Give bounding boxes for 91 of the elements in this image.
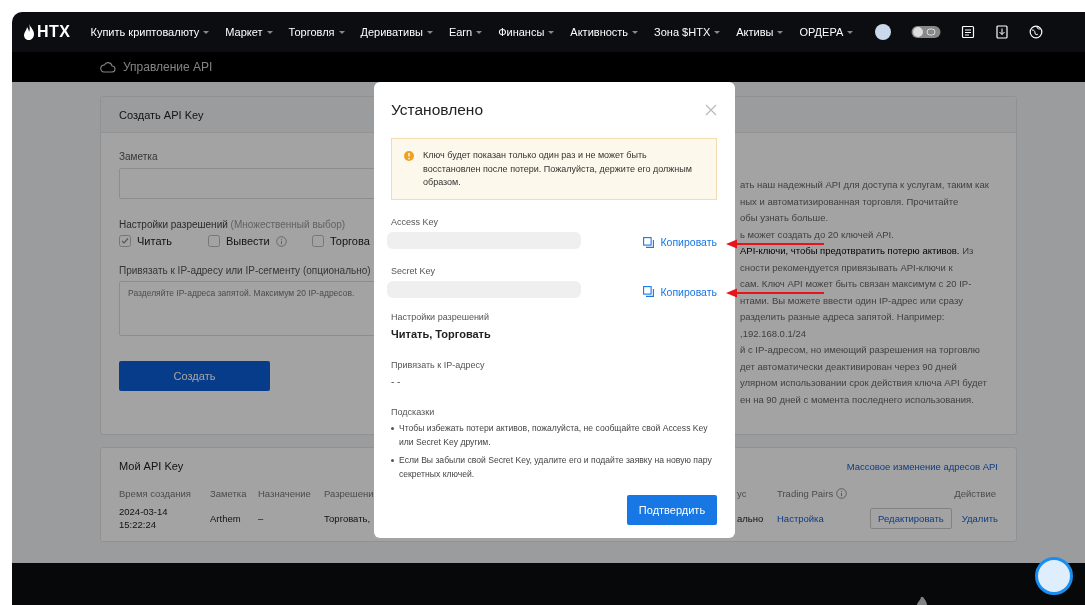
caret-icon [337,29,346,35]
warning-text: Ключ будет показан только один раз и не может быть восстановлен после потери. Пожалуйста, держите его должным образом. [423,149,693,189]
nav-menu-item[interactable]: Маркет [225,26,274,38]
delete-link[interactable]: Удалить [961,513,998,524]
info-text: ен на 90 дней с момента последнего использования. [740,393,975,407]
info-text: ,192.168.0.1/24 [740,327,808,341]
caret-icon [425,29,434,35]
bulk-edit-link[interactable]: Массовое изменение адресов API [846,460,998,472]
edit-button[interactable]: Редактировать [870,508,952,529]
info-text: обы узнать больше. [740,212,830,225]
info-text: ать наш надежный API для доступа к услугам, таким как [740,179,990,192]
download-icon[interactable] [995,25,1010,39]
section-title: Подсказки [391,407,436,417]
field-label: Привязать к IP-адресу или IP-сегменту (опционально) [119,265,371,276]
nav-menu-item[interactable]: Купить криптовалюту [90,26,211,38]
logo-text: HTX [37,23,71,41]
toggle-icon[interactable] [911,25,942,39]
checkbox[interactable] [312,235,324,247]
confirm-button[interactable]: Подтвердить [627,495,717,525]
copy-icon [643,236,655,248]
checkbox[interactable] [208,235,220,247]
table-cell-text: ально [737,512,765,526]
create-button[interactable]: Создать [119,361,270,391]
checkbox-label: Вывести [226,235,270,247]
table-cell-text: – [258,512,265,526]
caret-icon [713,29,722,35]
field-label: Secret Key [391,266,437,276]
info-text: сности рекомендуется привязывать API-ключи к [740,261,954,275]
table-cell-text: Торговать, [324,512,372,526]
logo[interactable]: HTX [24,23,71,41]
column-header: Время создания [119,487,191,499]
dialog-title: Установлено [391,101,483,119]
bullet-icon [391,427,394,430]
nav-menu-item[interactable]: Зона $HTX [654,26,722,38]
info-text: разделить разные адреса запятой. Например: [740,311,946,324]
caret-icon [631,29,640,35]
nav-menu-item[interactable]: Earn [448,26,484,38]
info-text: ных и автоматизированная торговля. Прочитайте [740,195,960,209]
cloud-icon [100,61,116,73]
column-header: Разрешени [324,487,374,499]
column-header: ус [737,487,747,499]
info-text: й с IP-адресом, но имеющий разрешения на торговлю [740,344,981,357]
column-header: Заметка [210,487,247,499]
nav-menu-item[interactable]: Деривативы [360,26,434,38]
field-label: Привязать к IP-адресу [391,360,486,370]
close-icon[interactable] [705,104,717,116]
avatar[interactable] [1035,557,1073,595]
nav-menu-item[interactable]: ОРДЕРА [799,26,855,38]
caret-icon [776,29,785,35]
flame-icon [24,24,34,40]
copy-icon [643,286,655,297]
nav-menu-item[interactable]: Финансы [498,26,556,38]
info-text: улярном использовании срок действия ключа API будет [740,377,988,390]
caret-icon [547,29,556,35]
checkbox-label: Торгова [330,235,370,247]
info-text: дет автоматически деактивирован через 90 дней [740,360,958,374]
bullet-icon [391,459,394,462]
nav-menu-item[interactable]: Торговля [288,26,346,38]
document-icon[interactable] [961,25,976,39]
caret-icon [475,29,484,35]
field-label: Заметка [119,151,158,162]
table-cell-text: Arthem [210,512,242,526]
caret-icon [265,29,274,35]
info-text: API-ключи, чтобы предотвратить потерю активов. Из [740,245,975,258]
field-label: Настройки разрешений (Множественный выбор) [119,219,346,230]
info-text: сам. Ключ API может быть связан максимум с 20 IP- [740,278,973,291]
page-title: Управление API [123,60,213,74]
settings-link[interactable]: Настройка [777,513,824,524]
avatar[interactable] [875,24,892,40]
info-text: ь может создать до 20 ключей API. [740,228,895,242]
warning-icon [404,151,414,161]
nav-menu-item[interactable]: Активы [736,26,785,38]
column-header: Назначение [258,487,311,499]
copy-button[interactable]: Копировать [643,236,717,248]
field-label: Access Key [391,216,440,227]
nav-menu-item[interactable]: Активность [570,26,640,38]
caret-icon [846,29,855,35]
ip-value: - - [391,376,402,387]
tip-text: Чтобы избежать потери активов, пожалуйста, не сообщайте свой Access Key или Secret Key другим. [399,422,709,449]
checkbox-label: Читать [137,235,173,247]
tip-text: Если Вы забыли свой Secret Key, удалите его и подайте заявку на новую пару секретных ключей. [399,454,713,481]
info-text: нтами. Вы можете ввести один IP-адрес или сразу [740,294,964,308]
copy-button[interactable]: Копировать [643,285,717,298]
field-label: Настройки разрешений [391,312,490,322]
column-header: Trading Pairs [777,487,834,499]
checkbox[interactable] [119,235,131,247]
panel-title: Мой API Key [119,460,184,472]
caret-icon [202,29,211,35]
table-cell-text: 2024-03-14 15:22:24 [119,505,169,532]
column-header: Действие [954,487,996,499]
globe-icon[interactable] [1029,25,1044,39]
